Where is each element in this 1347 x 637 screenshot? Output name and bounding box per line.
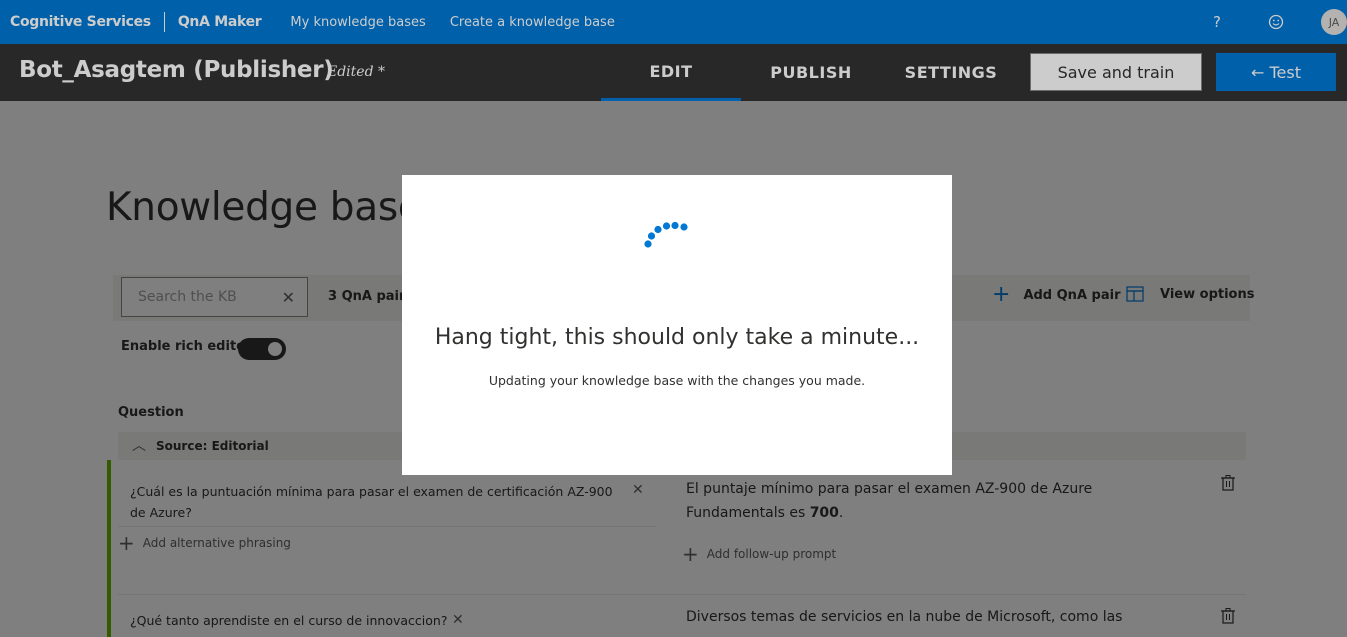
loading-message: Hang tight, this should only take a minu… [434, 325, 920, 350]
header-dim-overlay [0, 0, 1347, 101]
loading-dialog: Hang tight, this should only take a minu… [402, 175, 952, 475]
loading-spinner-icon [644, 221, 688, 248]
loading-submessage: Updating your knowledge base with the ch… [488, 373, 866, 388]
